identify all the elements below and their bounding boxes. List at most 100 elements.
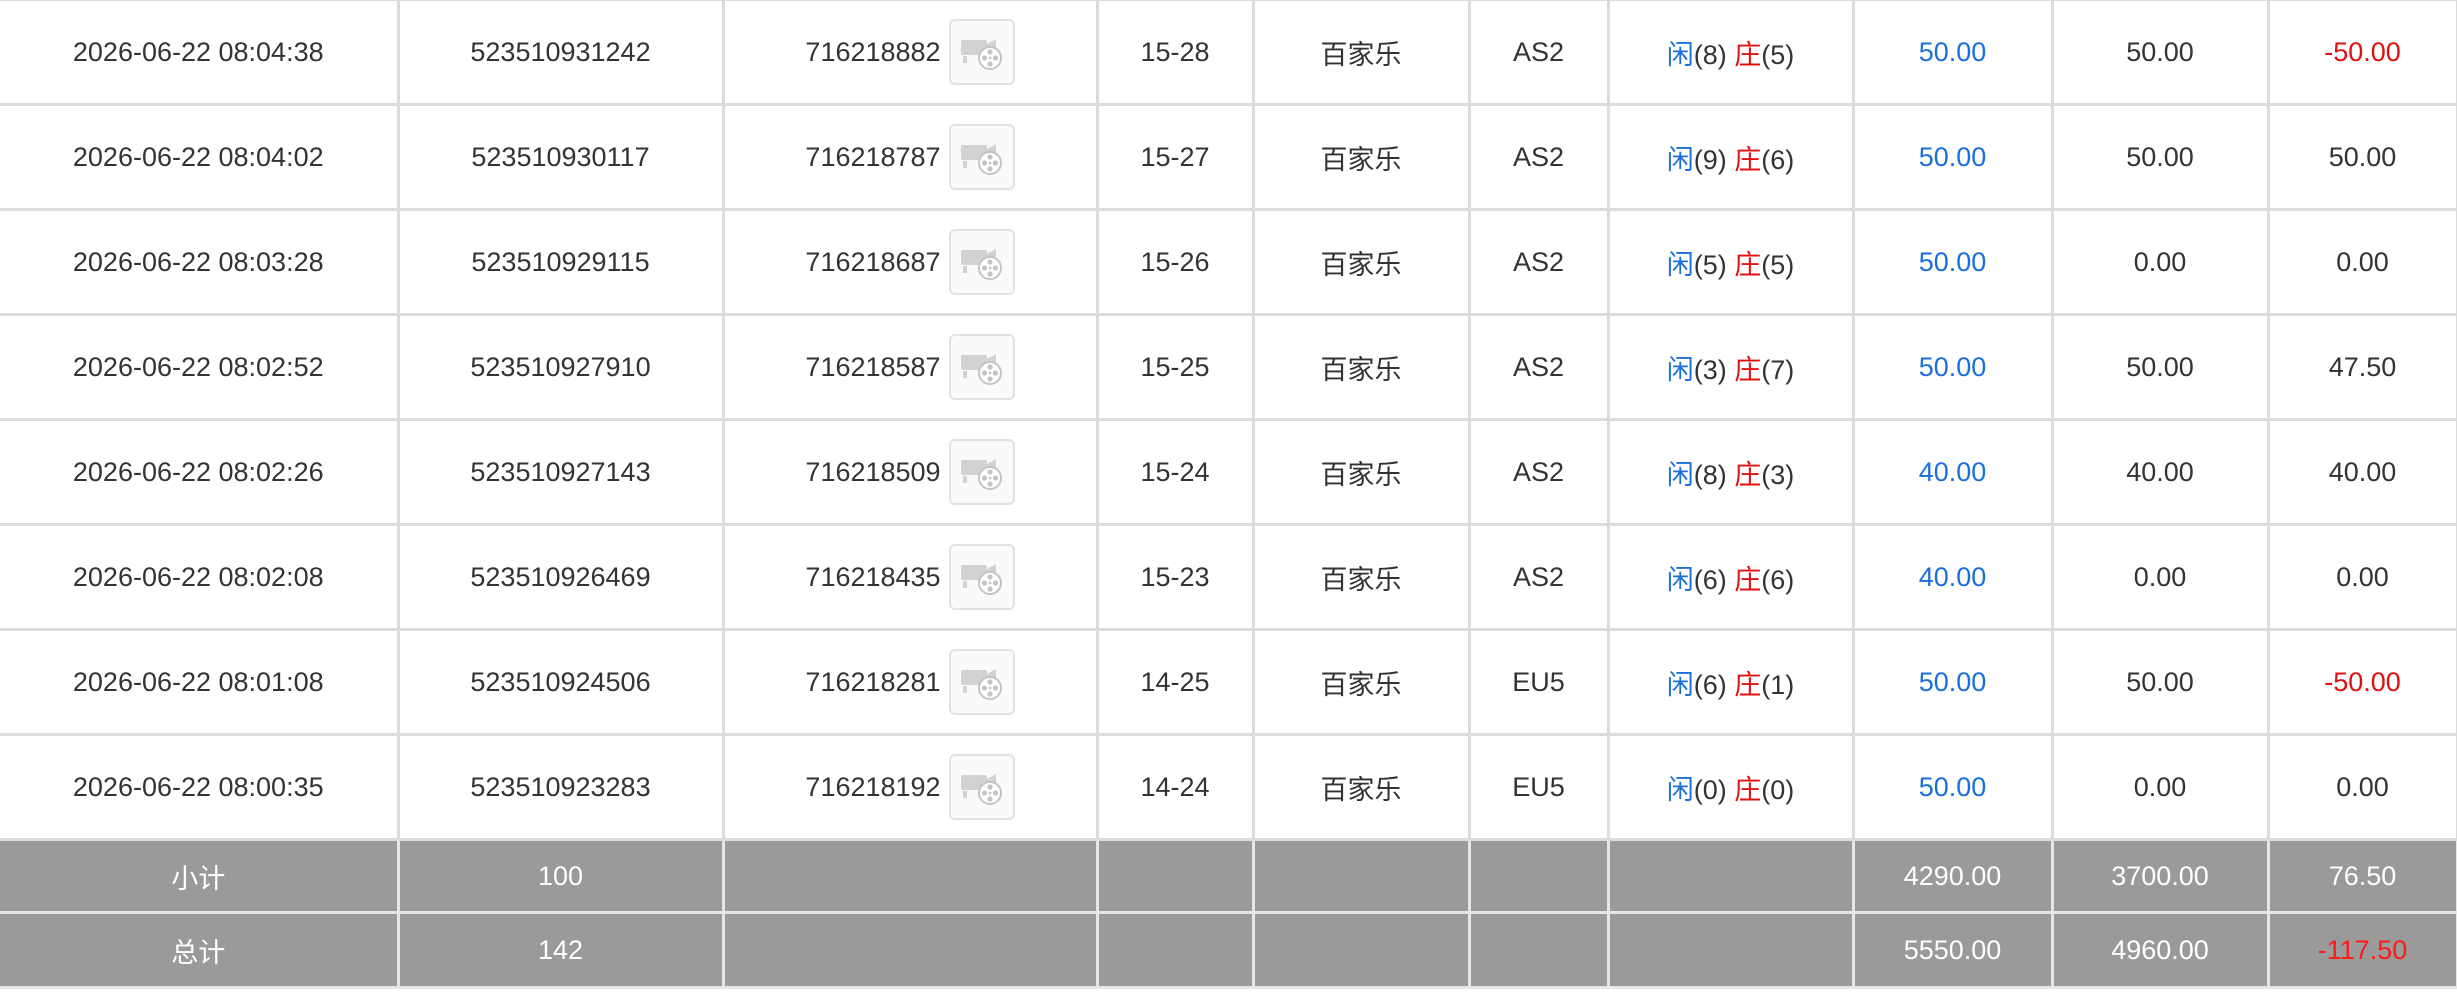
valid-bet: 0.00 bbox=[2050, 733, 2270, 841]
player-label: 闲 bbox=[1666, 459, 1694, 490]
banker-label: 庄 bbox=[1734, 354, 1762, 385]
valid-bet: 50.00 bbox=[2050, 103, 2270, 211]
player-score: (0) bbox=[1693, 774, 1727, 805]
video-replay-icon bbox=[958, 550, 1006, 605]
total-bet: 5550.00 bbox=[1851, 911, 2054, 989]
empty-cell bbox=[721, 911, 1099, 989]
player-score: (6) bbox=[1693, 564, 1727, 595]
bet-amount: 40.00 bbox=[1851, 523, 2054, 631]
shoe-hand: 15-23 bbox=[1095, 523, 1255, 631]
empty-cell bbox=[1251, 911, 1471, 989]
result-cell: 闲(0) 庄(0) bbox=[1606, 733, 1855, 841]
bet-time: 2026-06-22 08:02:26 bbox=[0, 418, 400, 526]
player-label: 闲 bbox=[1666, 669, 1694, 700]
win-loss: 0.00 bbox=[2266, 523, 2457, 631]
player-label: 闲 bbox=[1666, 39, 1694, 70]
bet-time: 2026-06-22 08:02:52 bbox=[0, 313, 400, 421]
bet-amount: 50.00 bbox=[1851, 628, 2054, 736]
round-cell: 716218435 bbox=[721, 523, 1099, 631]
video-replay-button[interactable] bbox=[948, 229, 1015, 295]
player-label: 闲 bbox=[1666, 774, 1694, 805]
table-row: 2026-06-22 08:02:52 523510927910 716218587… bbox=[0, 313, 2457, 421]
bet-number: 523510924506 bbox=[396, 628, 725, 736]
player-score: (6) bbox=[1693, 669, 1727, 700]
bet-amount: 50.00 bbox=[1851, 103, 2054, 211]
game-name: 百家乐 bbox=[1251, 103, 1471, 211]
empty-cell bbox=[1095, 911, 1255, 989]
round-number: 716218509 bbox=[805, 456, 941, 487]
result-cell: 闲(9) 庄(6) bbox=[1606, 103, 1855, 211]
bet-number: 523510929115 bbox=[396, 208, 725, 316]
video-replay-button[interactable] bbox=[948, 19, 1015, 85]
video-replay-button[interactable] bbox=[948, 754, 1015, 820]
player-score: (8) bbox=[1693, 39, 1727, 70]
shoe-hand: 15-24 bbox=[1095, 418, 1255, 526]
bet-time: 2026-06-22 08:04:38 bbox=[0, 0, 400, 106]
banker-label: 庄 bbox=[1734, 144, 1762, 175]
round-cell: 716218281 bbox=[721, 628, 1099, 736]
table-row: 2026-06-22 08:04:02 523510930117 716218787… bbox=[0, 103, 2457, 211]
banker-label: 庄 bbox=[1734, 774, 1762, 805]
game-name: 百家乐 bbox=[1251, 418, 1471, 526]
player-score: (5) bbox=[1693, 249, 1727, 280]
round-number: 716218687 bbox=[805, 246, 941, 277]
banker-score: (6) bbox=[1761, 144, 1795, 175]
video-replay-button[interactable] bbox=[948, 439, 1015, 505]
table-row: 2026-06-22 08:03:28 523510929115 716218687… bbox=[0, 208, 2457, 316]
round-number: 716218882 bbox=[805, 36, 941, 67]
subtotal-win-loss: 76.50 bbox=[2266, 838, 2457, 914]
bet-amount: 50.00 bbox=[1851, 208, 2054, 316]
table-row: 2026-06-22 08:02:26 523510927143 716218509… bbox=[0, 418, 2457, 526]
table-row: 2026-06-22 08:02:08 523510926469 716218435… bbox=[0, 523, 2457, 631]
video-replay-icon bbox=[958, 235, 1006, 290]
video-replay-button[interactable] bbox=[948, 544, 1015, 610]
game-name: 百家乐 bbox=[1251, 523, 1471, 631]
round-number: 716218787 bbox=[805, 141, 941, 172]
win-loss: 0.00 bbox=[2266, 733, 2457, 841]
banker-label: 庄 bbox=[1734, 669, 1762, 700]
game-name: 百家乐 bbox=[1251, 208, 1471, 316]
video-replay-icon bbox=[958, 760, 1006, 815]
round-number: 716218192 bbox=[805, 771, 941, 802]
win-loss: 40.00 bbox=[2266, 418, 2457, 526]
subtotal-bet: 4290.00 bbox=[1851, 838, 2054, 914]
round-number: 716218587 bbox=[805, 351, 941, 382]
valid-bet: 0.00 bbox=[2050, 208, 2270, 316]
valid-bet: 0.00 bbox=[2050, 523, 2270, 631]
shoe-hand: 15-28 bbox=[1095, 0, 1255, 106]
bet-amount: 50.00 bbox=[1851, 733, 2054, 841]
player-label: 闲 bbox=[1666, 564, 1694, 595]
table-code: AS2 bbox=[1467, 103, 1610, 211]
bet-time: 2026-06-22 08:02:08 bbox=[0, 523, 400, 631]
table-row: 2026-06-22 08:01:08 523510924506 716218281… bbox=[0, 628, 2457, 736]
bet-amount: 50.00 bbox=[1851, 0, 2054, 106]
empty-cell bbox=[1606, 838, 1855, 914]
win-loss: -50.00 bbox=[2266, 628, 2457, 736]
banker-score: (6) bbox=[1761, 564, 1795, 595]
video-replay-icon bbox=[958, 130, 1006, 185]
empty-cell bbox=[1606, 911, 1855, 989]
banker-score: (5) bbox=[1761, 39, 1795, 70]
player-label: 闲 bbox=[1666, 354, 1694, 385]
win-loss: 0.00 bbox=[2266, 208, 2457, 316]
valid-bet: 50.00 bbox=[2050, 0, 2270, 106]
video-replay-button[interactable] bbox=[948, 124, 1015, 190]
video-replay-button[interactable] bbox=[948, 334, 1015, 400]
video-replay-button[interactable] bbox=[948, 649, 1015, 715]
bet-time: 2026-06-22 08:03:28 bbox=[0, 208, 400, 316]
game-name: 百家乐 bbox=[1251, 628, 1471, 736]
total-label: 总计 bbox=[0, 911, 400, 989]
game-name: 百家乐 bbox=[1251, 313, 1471, 421]
subtotal-row: 小计 100 4290.00 3700.00 76.50 bbox=[0, 838, 2457, 914]
round-number: 716218435 bbox=[805, 561, 941, 592]
result-cell: 闲(3) 庄(7) bbox=[1606, 313, 1855, 421]
bet-time: 2026-06-22 08:04:02 bbox=[0, 103, 400, 211]
round-cell: 716218509 bbox=[721, 418, 1099, 526]
player-label: 闲 bbox=[1666, 144, 1694, 175]
valid-bet: 50.00 bbox=[2050, 313, 2270, 421]
shoe-hand: 14-24 bbox=[1095, 733, 1255, 841]
valid-bet: 40.00 bbox=[2050, 418, 2270, 526]
subtotal-label: 小计 bbox=[0, 838, 400, 914]
bet-time: 2026-06-22 08:01:08 bbox=[0, 628, 400, 736]
valid-bet: 50.00 bbox=[2050, 628, 2270, 736]
